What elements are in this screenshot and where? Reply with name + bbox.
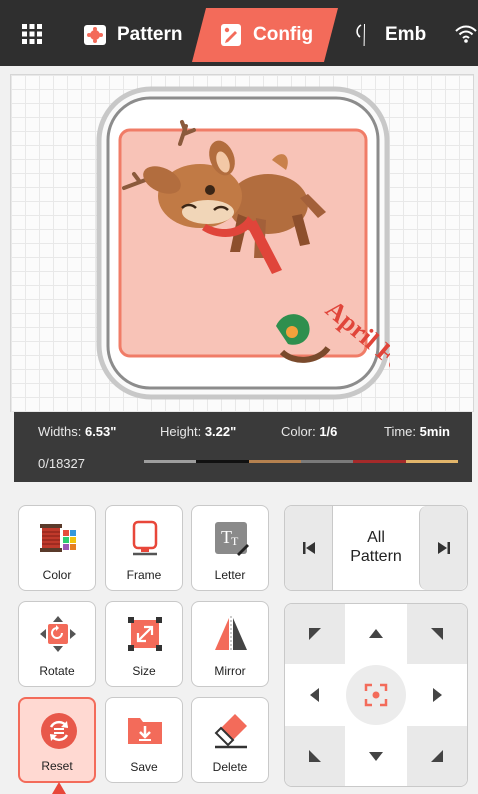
pattern-selector-label[interactable]: All Pattern [333,528,419,566]
pattern-label-line2: Pattern [350,548,402,565]
arrow-up-right-icon [431,628,443,640]
thread-color-bar [144,460,458,463]
letter-label: Letter [214,568,246,582]
config-icon [218,22,244,48]
size-button[interactable]: Size [105,601,183,687]
letter-icon: T T [215,522,249,556]
mirror-icon [215,616,247,652]
move-up-right-button[interactable] [407,604,467,664]
needle-icon [356,24,365,46]
thread-color-segment [144,460,197,463]
svg-text:T: T [231,534,239,548]
thread-color-segment [248,460,301,463]
delete-button[interactable]: Delete [191,697,269,783]
frame-label: Frame [126,568,162,582]
mirror-button[interactable]: Mirror [191,601,269,687]
skip-next-icon [437,542,450,554]
height-info: Height: 3.22" [160,424,237,439]
apps-grid-icon[interactable] [16,18,48,50]
pattern-navigator: All Pattern [284,505,468,591]
move-down-button[interactable] [346,726,406,786]
arrow-up-left-icon [309,628,321,640]
reset-icon [41,713,77,749]
thread-spool-icon [40,524,76,552]
color-info: Color: 1/6 [281,424,338,439]
rotate-button[interactable]: Rotate [18,601,96,687]
frame-button[interactable]: Frame [105,505,183,591]
center-focus-icon [364,683,388,707]
arrow-left-icon [310,688,319,702]
tab-config[interactable]: Config [192,8,338,62]
skip-previous-icon [302,542,315,554]
move-down-right-button[interactable] [407,726,467,786]
mirror-label: Mirror [214,664,246,678]
arrow-up-icon [369,629,383,638]
arrow-down-right-icon [431,750,443,762]
move-left-button[interactable] [285,665,345,725]
rotate-icon [40,616,76,652]
reset-label: Reset [41,759,73,773]
arrow-right-icon [433,688,442,702]
tab-emb-label: Emb [385,24,427,45]
letter-button[interactable]: T T Letter [191,505,269,591]
embroidery-hoop[interactable]: April Fools Day [96,86,390,400]
save-icon [128,718,162,744]
arrow-down-icon [369,752,383,761]
delete-label: Delete [212,760,248,774]
tab-config-label: Config [253,24,314,45]
thread-color-segment [300,460,354,463]
save-label: Save [130,760,158,774]
save-button[interactable]: Save [105,697,183,783]
time-info: Time: 5min [384,424,450,439]
selected-tool-indicator [52,782,66,794]
stitch-counter: 0/18327 [38,456,85,471]
tab-pattern[interactable]: Pattern [66,8,196,62]
pattern-label-line1: All [367,529,385,546]
move-up-left-button[interactable] [285,604,345,664]
first-pattern-button[interactable] [285,506,333,590]
design-info-bar: Widths: 6.53" Height: 3.22" Color: 1/6 T… [14,412,472,482]
pattern-icon [84,25,106,45]
frame-icon [132,520,158,556]
center-button[interactable] [346,665,406,725]
move-up-button[interactable] [346,604,406,664]
tab-emb[interactable]: Emb [336,8,456,62]
last-pattern-button[interactable] [419,506,467,590]
color-button[interactable]: Color [18,505,96,591]
thread-color-segment [405,460,458,463]
arrow-down-left-icon [309,750,321,762]
rotate-label: Rotate [39,664,75,678]
resize-icon [128,617,162,651]
wifi-icon [455,25,477,43]
width-info: Widths: 6.53" [38,424,117,439]
top-bar: Pattern Config Emb [0,0,478,66]
size-label: Size [132,664,156,678]
move-down-left-button[interactable] [285,726,345,786]
tab-pattern-label: Pattern [117,24,183,45]
move-dpad [284,603,468,787]
thread-color-segment [196,460,249,463]
eraser-icon [214,714,247,749]
reset-button[interactable]: Reset [18,697,96,783]
color-label: Color [42,568,72,582]
thread-color-segment [353,460,406,463]
move-right-button[interactable] [407,665,467,725]
